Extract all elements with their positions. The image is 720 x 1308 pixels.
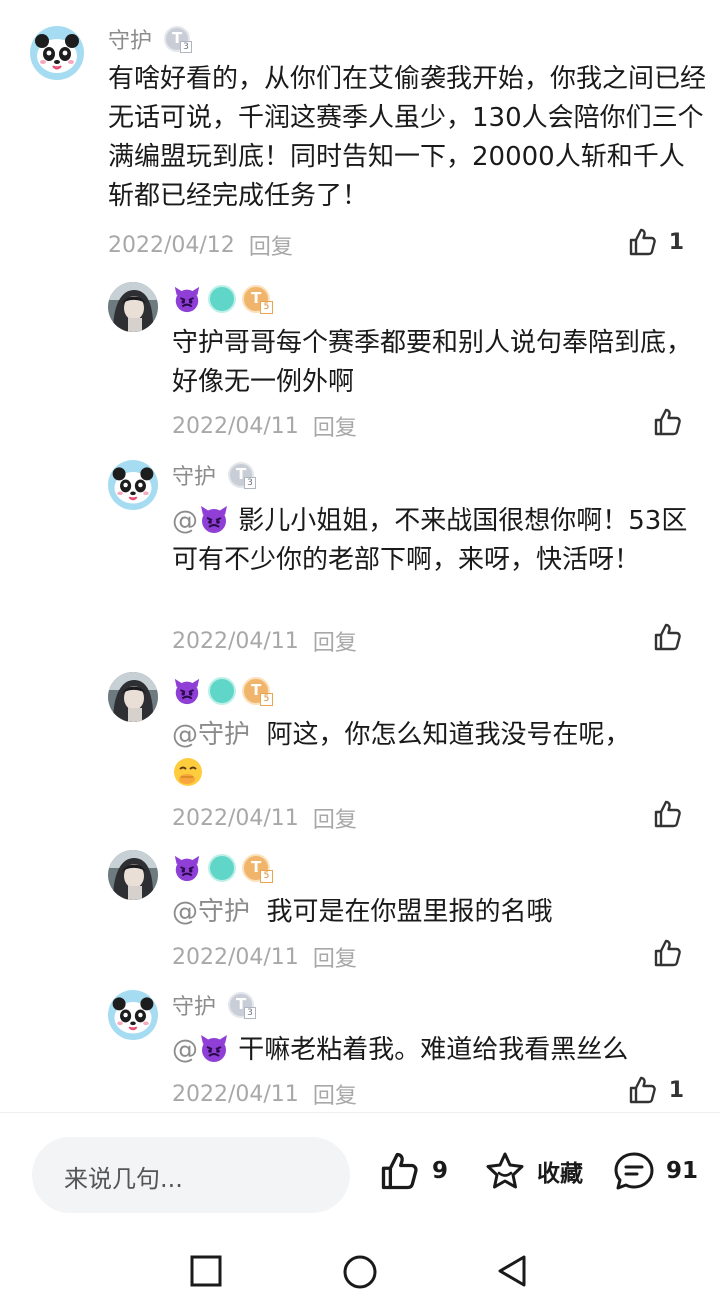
thumbs-up-icon <box>652 621 684 653</box>
circle-nav-icon[interactable] <box>341 1253 379 1291</box>
gold-level-badge-icon: 5 <box>242 854 273 883</box>
reply-date: 2022/04/11 <box>172 1081 299 1107</box>
comment-meta: 2022/04/12 回复 <box>108 229 293 261</box>
avatar[interactable] <box>30 26 84 80</box>
comment-input-placeholder: 来说几句... <box>64 1165 183 1193</box>
like-post-count: 9 <box>432 1158 449 1184</box>
username[interactable]: 守护 <box>172 989 216 1021</box>
reply-meta: 2022/04/11 回复 <box>172 802 357 834</box>
reply-button[interactable]: 回复 <box>313 625 357 657</box>
comment-count: 91 <box>666 1158 699 1184</box>
avatar[interactable] <box>108 990 158 1040</box>
reply-text: @ 干嘛老粘着我。难道给我看黑丝么 <box>172 1031 702 1070</box>
mention[interactable]: @守护 <box>172 897 250 927</box>
level-badge-icon: 3 <box>164 26 193 53</box>
teal-badge-icon <box>208 854 236 882</box>
mention[interactable]: @守护 <box>172 720 250 750</box>
reply-meta: 2022/04/11 回复 <box>172 941 357 973</box>
reply-body: 干嘛老粘着我。难道给我看黑丝么 <box>238 1035 629 1065</box>
like-button[interactable]: 1 <box>627 226 684 258</box>
star-icon <box>486 1152 524 1189</box>
reply-date: 2022/04/11 <box>172 805 299 831</box>
teal-badge-icon <box>208 285 236 313</box>
like-button[interactable] <box>652 406 684 438</box>
teal-badge-icon <box>208 677 236 705</box>
purple-devil-emoji <box>172 676 202 706</box>
username[interactable]: 守护 <box>172 459 216 491</box>
purple-devil-emoji <box>172 853 202 883</box>
purple-devil-emoji <box>198 1032 230 1064</box>
covering-mouth-emoji <box>172 756 204 788</box>
favorite-label: 收藏 <box>537 1161 583 1187</box>
like-button[interactable] <box>652 798 684 830</box>
mention[interactable]: @ <box>172 506 198 536</box>
avatar[interactable] <box>108 282 158 332</box>
reply-body: 阿这，你怎么知道我没号在呢， <box>266 720 631 750</box>
like-button[interactable]: 1 <box>627 1074 684 1106</box>
reply-date: 2022/04/11 <box>172 413 299 439</box>
bottom-action-bar: 来说几句... 9 收藏 91 <box>0 1112 720 1237</box>
purple-devil-emoji <box>198 503 230 535</box>
comment-main: 守护 3 有啥好看的，从你们在艾偷袭我开始，你我之间已经无话可说，千润这赛季人虽… <box>0 0 720 270</box>
reply-meta: 2022/04/11 回复 <box>172 625 357 657</box>
comment-date: 2022/04/12 <box>108 232 235 258</box>
like-button[interactable] <box>652 621 684 653</box>
user-badges: 5 <box>172 853 273 883</box>
purple-devil-emoji <box>172 284 202 314</box>
comment-bubble-icon <box>614 1152 654 1190</box>
reply-body: 影儿小姐姐，不来战国很想你啊！53区可有不少你的老部下啊，来呀，快活呀！ <box>172 506 688 575</box>
reply-button[interactable]: 回复 <box>313 941 357 973</box>
gold-level-badge-icon: 5 <box>242 677 273 706</box>
reply-meta: 2022/04/11 回复 <box>172 1078 357 1110</box>
level-badge-icon: 3 <box>228 992 257 1019</box>
thumbs-up-icon <box>652 798 684 830</box>
thumbs-up-icon <box>381 1152 418 1190</box>
reply-text: 守护哥哥每个赛季都要和别人说句奉陪到底，好像无一例外啊 <box>172 328 693 397</box>
like-post-button[interactable]: 9 <box>378 1149 448 1193</box>
reply-text: @守护 阿这，你怎么知道我没号在呢， <box>172 716 702 794</box>
reply-button[interactable]: 回复 <box>313 1078 357 1110</box>
level-badge-icon: 3 <box>228 462 257 489</box>
like-count: 1 <box>668 1077 684 1103</box>
reply-text: @守护 我可是在你盟里报的名哦 <box>172 893 702 932</box>
reply-date: 2022/04/11 <box>172 628 299 654</box>
reply-date: 2022/04/11 <box>172 944 299 970</box>
reply-body: 我可是在你盟里报的名哦 <box>266 897 553 927</box>
square-nav-icon[interactable] <box>188 1253 224 1289</box>
comment-text: 有啥好看的，从你们在艾偷袭我开始，你我之间已经无话可说，千润这赛季人虽少，130… <box>108 64 707 211</box>
avatar[interactable] <box>108 460 158 510</box>
user-badges: 5 <box>172 676 273 706</box>
thumbs-up-icon <box>627 1074 659 1106</box>
like-button[interactable] <box>652 937 684 969</box>
avatar[interactable] <box>108 850 158 900</box>
user-badges: 5 <box>172 284 273 314</box>
reply-meta: 2022/04/11 回复 <box>172 410 357 442</box>
comment-input[interactable]: 来说几句... <box>32 1137 350 1213</box>
system-navigation-bar <box>0 1237 720 1308</box>
reply-button[interactable]: 回复 <box>249 229 293 261</box>
thumbs-up-icon <box>652 937 684 969</box>
reply-button[interactable]: 回复 <box>313 410 357 442</box>
thumbs-up-icon <box>652 406 684 438</box>
username[interactable]: 守护 <box>108 23 152 55</box>
thumbs-up-icon <box>627 226 659 258</box>
favorite-button[interactable]: 收藏 <box>483 1149 583 1193</box>
like-count: 1 <box>668 229 684 255</box>
triangle-back-icon[interactable] <box>494 1253 530 1289</box>
mention[interactable]: @ <box>172 1035 198 1065</box>
reply-button[interactable]: 回复 <box>313 802 357 834</box>
comments-button[interactable]: 91 <box>612 1149 698 1193</box>
reply-text: @ 影儿小姐姐，不来战国很想你啊！53区可有不少你的老部下啊，来呀，快活呀！ <box>172 502 702 580</box>
gold-level-badge-icon: 5 <box>242 285 273 314</box>
avatar[interactable] <box>108 672 158 722</box>
